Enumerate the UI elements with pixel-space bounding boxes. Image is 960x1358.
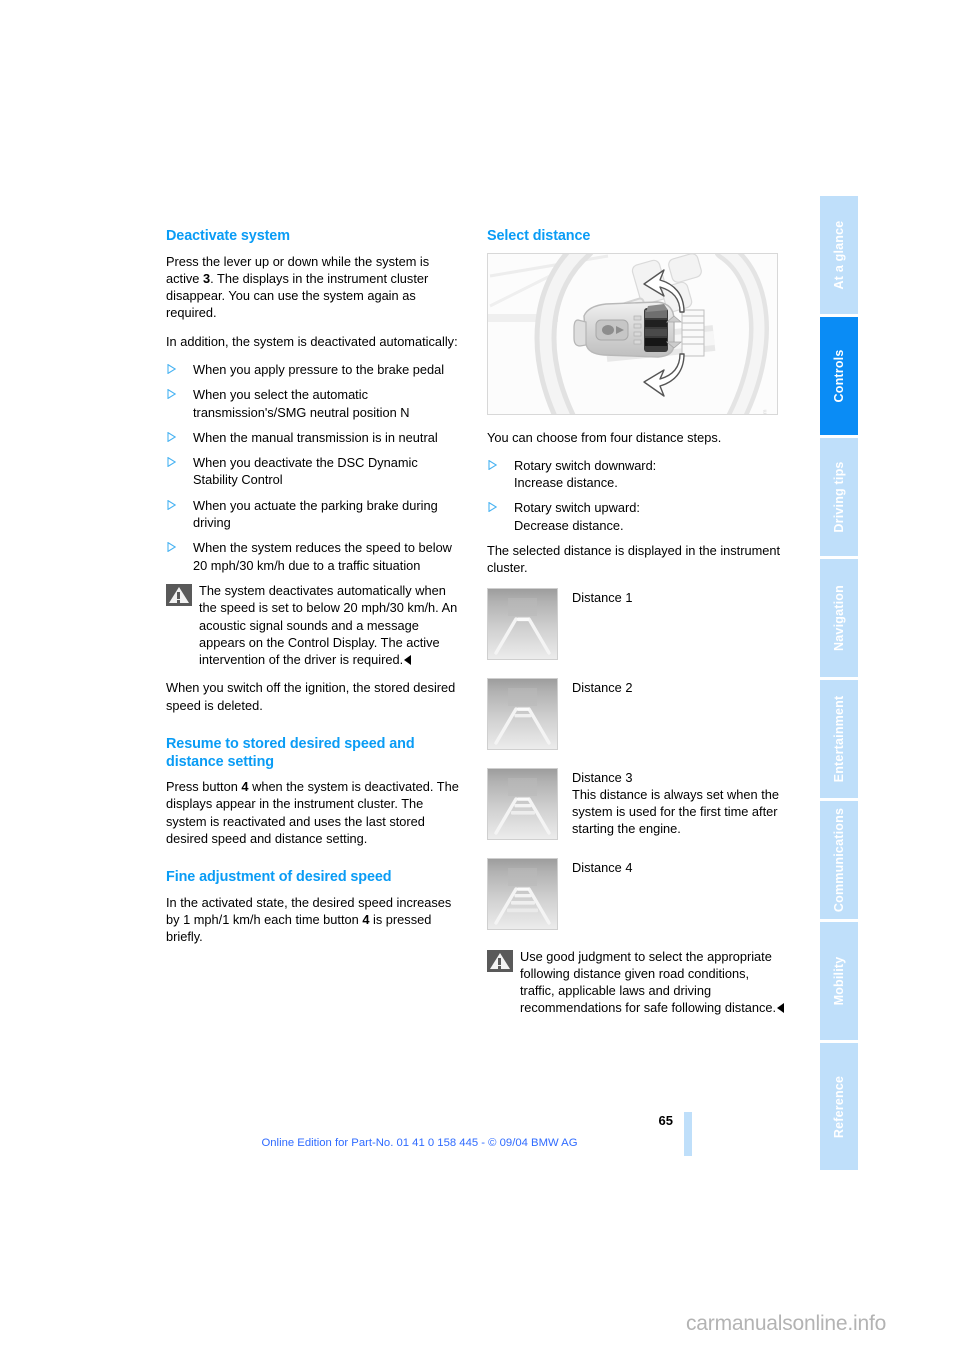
distance-3-icon [487,767,558,840]
list-item-label: When you deactivate the DSC Dynamic Stab… [193,455,418,488]
sidebar-tab-entertainment[interactable]: Entertainment [820,680,858,798]
triangle-bullet-icon [167,542,176,553]
list-item: When you actuate the parking brake durin… [166,497,466,532]
list-item: Rotary switch downward: Increase distanc… [487,457,787,492]
list-item-label: When you apply pressure to the brake ped… [193,361,445,377]
triangle-bullet-icon [167,389,176,400]
sidebar-tab-label: Mobility [832,956,846,1006]
button-ref-4: 4 [241,779,249,795]
list-item-label-line2: Increase distance. [514,475,618,491]
list-item: When the manual transmission is in neutr… [166,429,466,446]
page-number: 65 [658,1113,673,1128]
site-watermark: carmanualsonline.info [686,1312,887,1335]
heading-resume-stored-speed: Resume to stored desired speed and dista… [166,736,415,770]
deactivate-conditions-list: When you apply pressure to the brake ped… [166,361,466,574]
road-perspective-4-bars [488,858,557,929]
warning-triangle-icon [166,583,192,606]
distance-row-3: Distance 3 This distance is always set w… [487,767,787,840]
sidebar-tab-at-a-glance[interactable]: At a glance [820,196,858,314]
paragraph-auto-deactivate: In addition, the system is deactivated a… [166,333,458,349]
list-item-label: When you actuate the parking brake durin… [193,497,438,531]
warning-note-text: The system deactivates automatically whe… [199,582,466,668]
end-of-note-marker [777,1003,785,1014]
paragraph-selected-distance-display: The selected distance is displayed in th… [487,542,781,576]
paragraph-four-distance-steps: You can choose from four distance steps. [487,429,722,445]
list-item: Rotary switch upward: Decrease distance. [487,499,787,534]
heading-select-distance: Select distance [487,228,591,244]
list-item: When you deactivate the DSC Dynamic Stab… [166,454,466,489]
section-tabs-sidebar: At a glance Controls Driving tips Naviga… [820,196,858,1170]
sidebar-tab-label: Reference [832,1075,846,1138]
distance-2-icon [487,677,558,750]
manual-page: At a glance Controls Driving tips Naviga… [0,0,960,1358]
exclamation-mark [177,591,181,604]
heading-fine-adjustment: Fine adjustment of desired speed [166,869,392,886]
distance-row-4: Distance 4 [487,857,787,930]
sidebar-tab-label: Controls [832,349,846,403]
sidebar-tab-mobility[interactable]: Mobility [820,922,858,1040]
triangle-bullet-icon [167,363,176,374]
right-text-column: Select distance You can choose from four… [487,228,787,1028]
triangle-bullet-icon [488,459,497,470]
road-perspective-3-bars [488,768,557,839]
list-item: When the system reduces the speed to bel… [166,539,466,574]
warning-triangle-icon [487,949,513,972]
list-item-label-line1: Rotary switch downward: [514,457,657,473]
list-item-label-line1: Rotary switch upward: [514,500,640,516]
distance-3-label-block: Distance 3 This distance is always set w… [572,768,787,838]
steering-wheel-illustration [488,253,777,414]
distance-row-1: Distance 1 [487,587,787,660]
list-item-label: When the system reduces the speed to bel… [193,540,452,573]
warning-note-following-distance: Use good judgment to select the appropri… [487,948,787,1017]
distance-2-label: Distance 2 [572,679,633,695]
warning-note-body: Use good judgment to select the appropri… [520,948,777,1016]
list-item-label: When you select the automatic transmissi… [193,387,410,420]
sidebar-tab-label: Navigation [832,585,846,651]
sidebar-tab-driving-tips[interactable]: Driving tips [820,438,858,556]
list-item: When you select the automatic transmissi… [166,386,466,421]
heading-deactivate-system: Deactivate system [166,228,290,244]
warning-note-deactivation: The system deactivates automatically whe… [166,582,466,668]
sidebar-tab-communications[interactable]: Communications [820,801,858,919]
figure-credit-watermark: www.bmw.com [758,410,775,414]
paragraph-ignition-off: When you switch off the ignition, the st… [166,680,456,713]
road-perspective-2-bars [488,678,557,749]
triangle-bullet-icon [488,502,497,513]
figure-steering-wheel-stalk: www.bmw.com [487,252,778,415]
footer-accent-bar [684,1112,692,1156]
paragraph-deactivate-intro: Press the lever up or down while the sys… [166,253,466,322]
sidebar-tab-label: Entertainment [832,695,846,783]
distance-4-label: Distance 4 [572,859,633,875]
list-item-label: When the manual transmission is in neutr… [193,429,438,445]
paragraph-resume-body: Press button 4 when the system is deacti… [166,778,466,847]
edition-notice: Online Edition for Part-No. 01 41 0 158 … [261,1137,578,1149]
para-text-a: Press button [166,779,242,795]
distance-3-label: Distance 3 [572,769,633,785]
distance-4-icon [487,857,558,930]
list-item-label-line2: Decrease distance. [514,517,624,533]
rotary-switch-list: Rotary switch downward: Increase distanc… [487,457,787,534]
end-of-note-marker [404,655,412,666]
exclamation-mark [498,957,502,969]
paragraph-fine-adjust-body: In the activated state, the desired spee… [166,894,466,946]
sidebar-tab-label: Communications [832,807,846,913]
sidebar-tab-reference[interactable]: Reference [820,1043,858,1170]
distance-1-label: Distance 1 [572,589,633,605]
distance-row-2: Distance 2 [487,677,787,750]
distance-1-icon [487,587,558,660]
warning-note-text: Use good judgment to select the appropri… [520,948,787,1017]
list-item: When you apply pressure to the brake ped… [166,361,466,378]
sidebar-tab-label: At a glance [832,220,846,290]
triangle-bullet-icon [167,499,176,510]
triangle-bullet-icon [167,457,176,468]
road-perspective-1-bar [488,588,557,659]
sidebar-tab-controls[interactable]: Controls [820,317,858,435]
warning-note-body: The system deactivates automatically whe… [199,582,458,668]
sidebar-tab-label: Driving tips [832,461,846,533]
triangle-bullet-icon [167,431,176,442]
distance-3-note: This distance is always set when the sys… [572,786,779,837]
sidebar-tab-navigation[interactable]: Navigation [820,559,858,677]
left-text-column: Deactivate system Press the lever up or … [166,228,466,957]
